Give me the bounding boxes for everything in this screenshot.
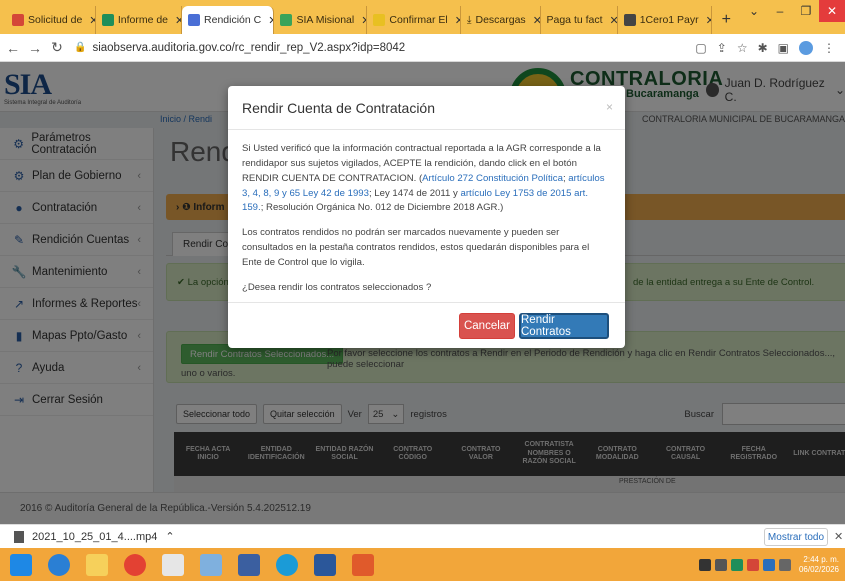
tab-search-icon[interactable]: ▢ xyxy=(695,41,706,55)
reload-button[interactable]: ↻ xyxy=(48,39,66,56)
gmail-icon xyxy=(12,14,24,26)
link-articulo-272[interactable]: Artículo 272 Constitución Política xyxy=(422,173,563,184)
extensions-icon[interactable]: ✱ xyxy=(758,41,768,55)
app-icon[interactable] xyxy=(238,553,260,576)
maximize-button[interactable]: ❐ xyxy=(793,0,819,22)
back-button[interactable]: ← xyxy=(4,40,22,56)
video-file-icon xyxy=(14,530,24,543)
browser-tab-active[interactable]: Rendición C✕ xyxy=(182,6,275,34)
page-icon xyxy=(188,14,201,26)
download-item[interactable]: 2021_10_25_01_4....mp4 ⌃ xyxy=(0,530,175,543)
download-icon: ⤓ xyxy=(466,13,472,26)
forward-button[interactable]: → xyxy=(26,40,44,56)
drive-icon xyxy=(101,14,114,26)
window-close-button[interactable]: ✕ xyxy=(819,0,845,22)
chevron-down-icon[interactable]: ⌄ xyxy=(741,0,767,22)
sidepanel-icon[interactable]: ▣ xyxy=(778,41,789,55)
word-icon[interactable] xyxy=(314,553,336,576)
system-tray: 2:44 p. m. 06/02/2026 xyxy=(698,555,845,574)
clock[interactable]: 2:44 p. m. 06/02/2026 xyxy=(799,555,839,574)
document-icon[interactable] xyxy=(162,553,184,576)
ie-icon[interactable] xyxy=(48,553,70,576)
rendir-modal: Rendir Cuenta de Contratación × Si Usted… xyxy=(228,86,625,348)
menu-icon[interactable]: ⋮ xyxy=(823,41,835,55)
check-icon xyxy=(373,14,386,26)
chevron-up-icon[interactable]: ⌃ xyxy=(165,530,174,543)
volume-icon[interactable] xyxy=(778,558,791,571)
rendir-contratos-button[interactable]: Rendir Contratos xyxy=(519,313,609,339)
page: SIA Sistema Integral de Auditoría CONTRA… xyxy=(0,62,845,524)
url-field[interactable]: 🔒 siaobserva.auditoria.gov.co/rc_rendir_… xyxy=(74,42,695,54)
minimize-button[interactable]: – xyxy=(767,0,793,22)
profile-avatar[interactable] xyxy=(799,40,813,55)
close-icon[interactable]: × xyxy=(606,100,613,114)
browser-tab[interactable]: 1Cero1 Payr✕ xyxy=(618,6,712,34)
tray-icon[interactable] xyxy=(714,558,727,571)
modal-header: Rendir Cuenta de Contratación × xyxy=(228,86,625,130)
close-icon[interactable]: ✕ xyxy=(175,14,181,27)
edge-icon[interactable] xyxy=(276,553,298,576)
tray-icon[interactable] xyxy=(730,558,743,571)
download-bar: 2021_10_25_01_4....mp4 ⌃ Mostrar todo ✕ xyxy=(0,524,845,548)
network-icon[interactable] xyxy=(762,558,775,571)
chart-icon xyxy=(280,14,293,26)
star-icon[interactable]: ☆ xyxy=(737,41,748,55)
modal-paragraph: Si Usted verificó que la información con… xyxy=(242,143,605,214)
file-explorer-icon[interactable] xyxy=(86,553,108,576)
taskbar: 2:44 p. m. 06/02/2026 xyxy=(0,548,845,581)
address-bar: ← → ↻ 🔒 siaobserva.auditoria.gov.co/rc_r… xyxy=(0,34,845,62)
browser-tab[interactable]: Solicitud de✕ xyxy=(6,6,96,34)
chrome-icon[interactable] xyxy=(124,553,146,576)
modal-body: Si Usted verificó que la información con… xyxy=(228,130,625,296)
close-icon[interactable]: ✕ xyxy=(533,14,540,27)
browser-tab[interactable]: Informe de✕ xyxy=(96,6,183,34)
browser-tab[interactable]: ⤓Descargas✕ xyxy=(461,6,541,34)
browser-tab-bar: Solicitud de✕ Informe de✕ Rendición C✕ S… xyxy=(0,0,845,34)
modal-title: Rendir Cuenta de Contratación xyxy=(242,99,436,116)
lock-icon: 🔒 xyxy=(74,42,87,53)
browser-tab[interactable]: Confirmar El✕ xyxy=(367,6,461,34)
browser-tab[interactable]: Paga tu fact✕ xyxy=(541,6,618,34)
cancel-button[interactable]: Cancelar xyxy=(459,313,515,339)
close-icon[interactable]: ✕ xyxy=(834,530,843,543)
windows-start-icon[interactable] xyxy=(10,553,32,576)
modal-footer: Cancelar Rendir Contratos xyxy=(228,302,625,348)
browser-tab[interactable]: SIA Misional✕ xyxy=(274,6,368,34)
modal-question: ¿Desea rendir los contratos seleccionado… xyxy=(242,281,432,293)
show-all-button[interactable]: Mostrar todo xyxy=(764,528,828,546)
tray-icon[interactable] xyxy=(746,558,759,571)
close-icon[interactable]: ✕ xyxy=(610,14,617,27)
share-icon[interactable]: ⇪ xyxy=(717,41,727,55)
new-tab-button[interactable]: + xyxy=(712,6,741,34)
calculator-icon[interactable] xyxy=(200,553,222,576)
tray-icon[interactable] xyxy=(698,558,711,571)
media-icon[interactable] xyxy=(352,553,374,576)
app-icon xyxy=(623,14,636,26)
modal-paragraph: Los contratos rendidos no podrán ser mar… xyxy=(242,227,590,269)
